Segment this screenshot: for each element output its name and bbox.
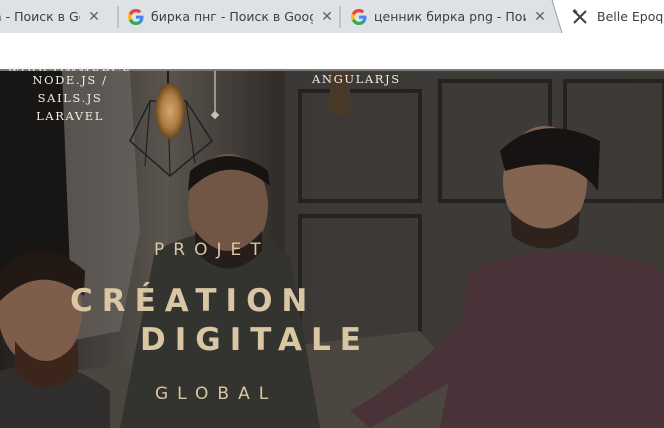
close-icon[interactable]: ✕ xyxy=(532,9,548,25)
google-icon xyxy=(351,8,367,25)
nav-item-woocommerce[interactable]: WOOCOMMERCE xyxy=(0,62,140,71)
tab-title: ценник бирка png - Поиск xyxy=(374,9,526,24)
site-nav-left: WOOCOMMERCE NODE.JS / SAILS.JS LARAVEL xyxy=(0,64,140,125)
logo-line-digitale: DIGITALE xyxy=(140,322,370,358)
tab-birka-png[interactable]: бирка пнг - Поиск в Google ✕ xyxy=(128,0,338,33)
tab-belle-epoque[interactable]: Belle Epoque xyxy=(572,0,664,33)
close-icon[interactable]: ✕ xyxy=(86,9,102,25)
logo-bottom-word: GLOBAL xyxy=(155,384,278,404)
nav-item-nodejs-sailsjs[interactable]: NODE.JS / SAILS.JS xyxy=(0,71,140,107)
browser-tab-strip: а - Поиск в Google ✕ бирка пнг - Поиск в… xyxy=(0,0,664,34)
tab-title: Belle Epoque xyxy=(597,9,664,24)
logo-line-creation: CRÉATION xyxy=(70,283,317,319)
nav-item-laravel[interactable]: LARAVEL xyxy=(0,107,140,125)
tab-cennik-birka[interactable]: ценник бирка png - Поиск ✕ xyxy=(351,0,551,33)
tools-icon xyxy=(572,8,587,24)
close-icon[interactable]: ✕ xyxy=(319,9,335,25)
nav-item-angularjs[interactable]: ANGULARJS xyxy=(312,71,401,87)
logo-top-word: PROJET xyxy=(154,240,270,260)
tab-title: бирка пнг - Поиск в Google xyxy=(151,9,313,24)
google-icon xyxy=(128,8,144,25)
tab-title: а - Поиск в Google xyxy=(0,9,80,24)
tab-search-a[interactable]: а - Поиск в Google ✕ xyxy=(0,0,112,33)
